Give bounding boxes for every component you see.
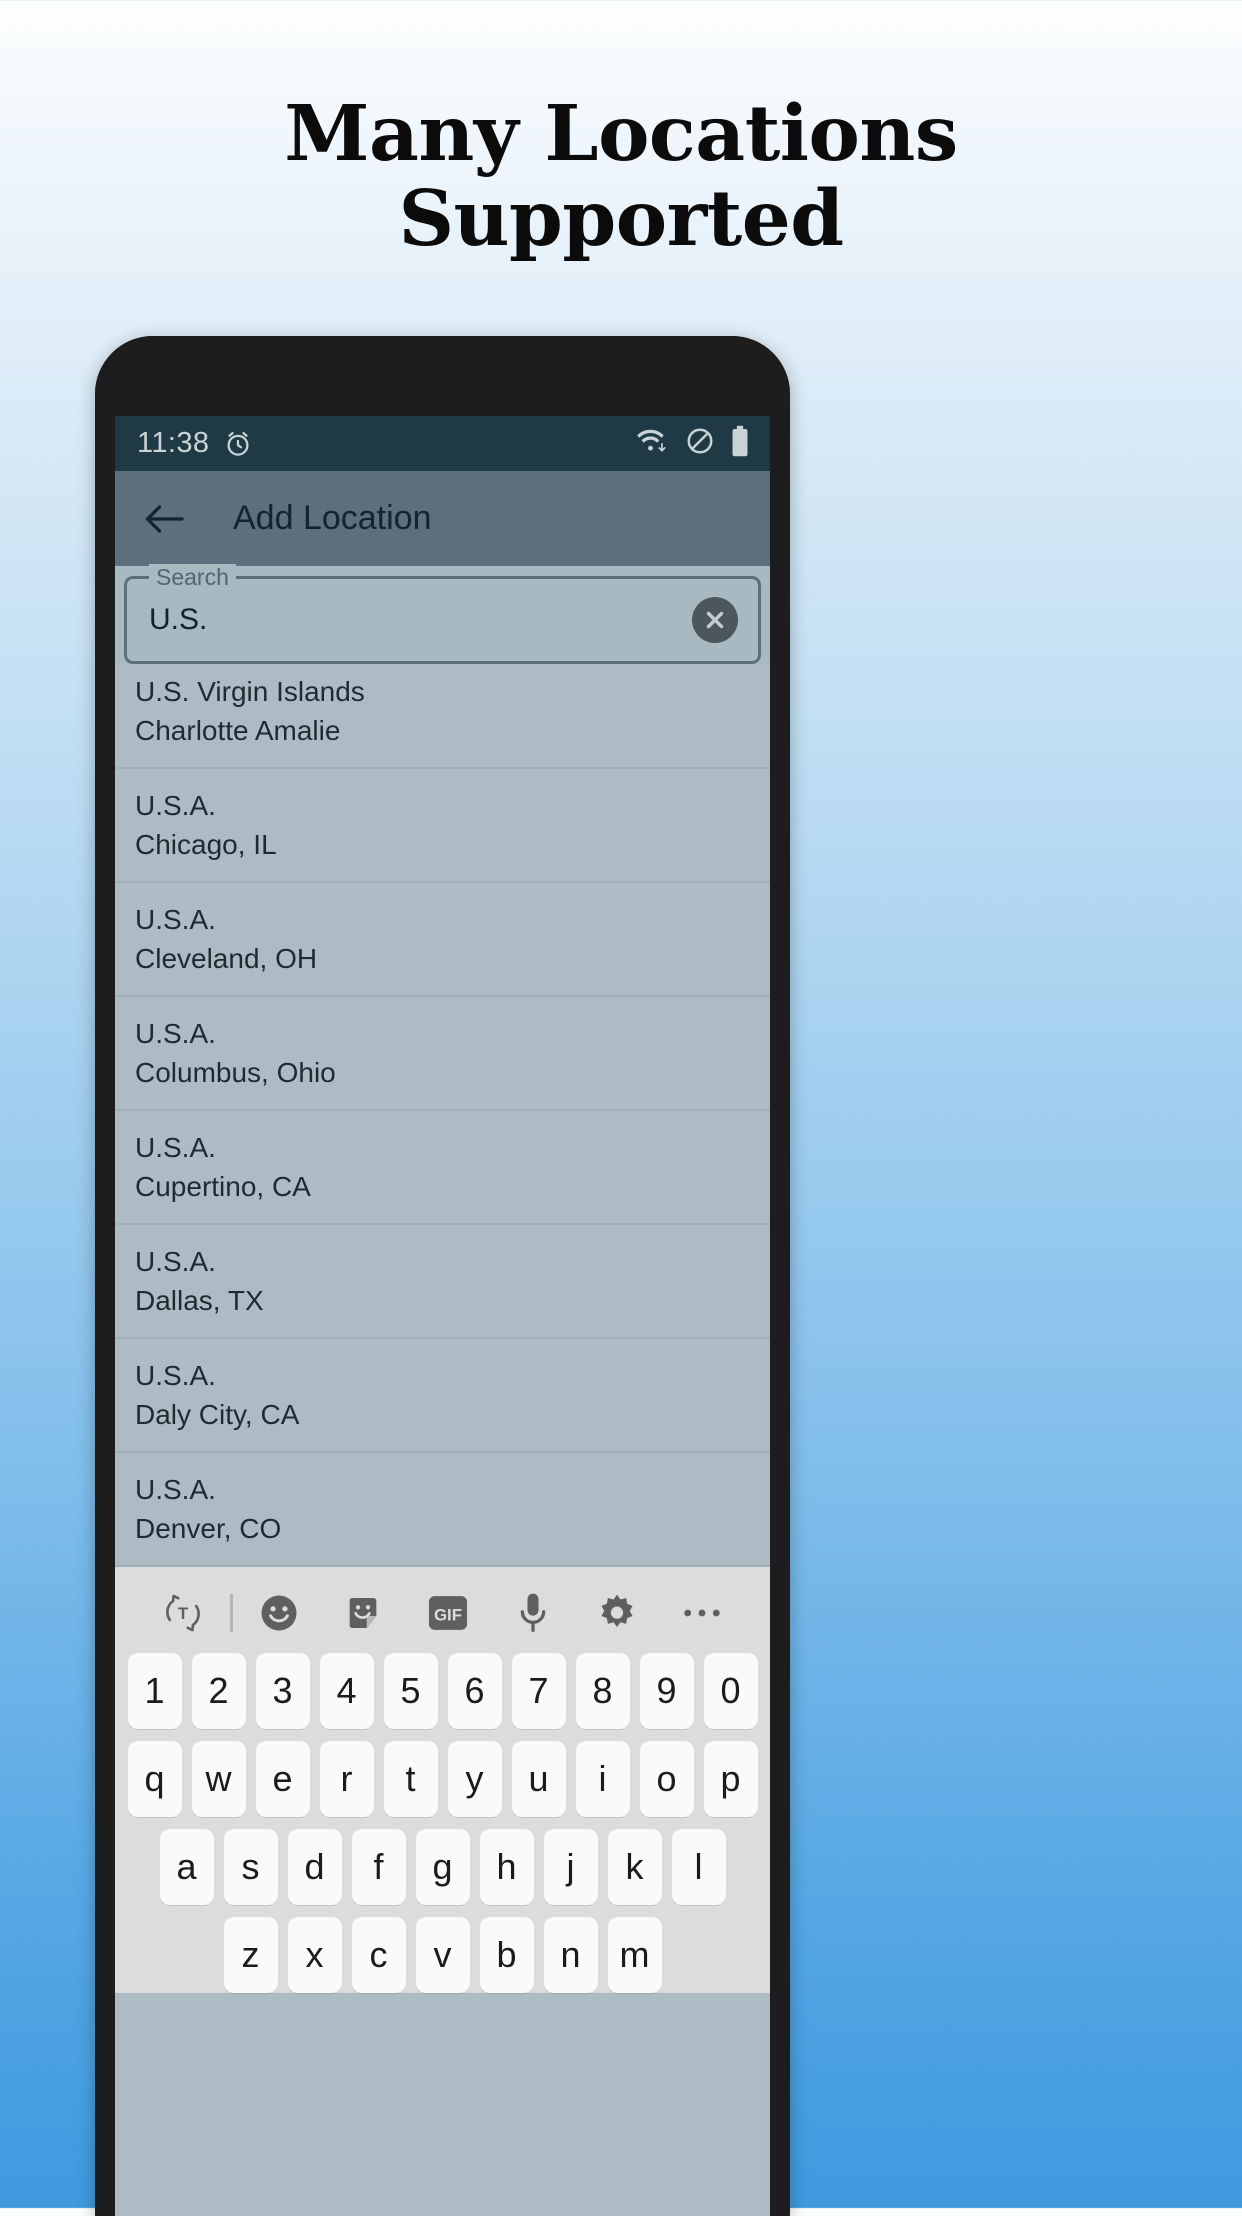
key-u[interactable]: u: [511, 1741, 566, 1817]
key-v[interactable]: v: [415, 1917, 470, 1993]
result-city: Dallas, TX: [135, 1285, 264, 1316]
status-time: 11:38: [137, 427, 210, 459]
key-1[interactable]: 1: [127, 1653, 182, 1729]
key-n[interactable]: n: [543, 1917, 598, 1993]
key-m[interactable]: m: [607, 1917, 662, 1993]
key-z[interactable]: z: [223, 1917, 278, 1993]
keyboard-row-bottom: z x c v b n m: [115, 1917, 770, 1993]
key-6[interactable]: 6: [447, 1653, 502, 1729]
gear-icon[interactable]: [575, 1592, 660, 1634]
phone-mockup: 11:38 Add Location Search U.S. U.S. Virg…: [95, 336, 790, 2216]
result-city: Chicago, IL: [135, 829, 277, 860]
result-country: U.S.A.: [135, 1018, 216, 1049]
result-city: Daly City, CA: [135, 1399, 300, 1430]
list-item[interactable]: U.S.A. Daly City, CA: [115, 1339, 770, 1453]
clear-circle-icon[interactable]: [692, 597, 738, 643]
on-screen-keyboard: T GIF 1 2 3 4 5 6 7 8 9 0 q w e r t y u …: [115, 1567, 770, 1993]
result-country: U.S.A.: [135, 1132, 216, 1163]
key-0[interactable]: 0: [703, 1653, 758, 1729]
key-h[interactable]: h: [479, 1829, 534, 1905]
svg-text:GIF: GIF: [434, 1605, 462, 1624]
key-j[interactable]: j: [543, 1829, 598, 1905]
list-item[interactable]: U.S.A. Denver, CO: [115, 1453, 770, 1567]
key-8[interactable]: 8: [575, 1653, 630, 1729]
headline-line-2: Supported: [398, 174, 844, 264]
search-section: Search U.S.: [115, 564, 770, 664]
key-d[interactable]: d: [287, 1829, 342, 1905]
key-r[interactable]: r: [319, 1741, 374, 1817]
more-options-icon[interactable]: [659, 1605, 744, 1621]
key-9[interactable]: 9: [639, 1653, 694, 1729]
headline-line-1: Many Locations: [284, 89, 958, 179]
key-a[interactable]: a: [159, 1829, 214, 1905]
gif-icon[interactable]: GIF: [406, 1593, 491, 1633]
search-input[interactable]: Search U.S.: [124, 564, 761, 664]
list-item[interactable]: U.S.A. Dallas, TX: [115, 1225, 770, 1339]
list-item[interactable]: U.S. Virgin Islands Charlotte Amalie: [115, 664, 770, 769]
key-l[interactable]: l: [671, 1829, 726, 1905]
key-7[interactable]: 7: [511, 1653, 566, 1729]
search-value: U.S.: [149, 603, 208, 636]
keyboard-row-numbers: 1 2 3 4 5 6 7 8 9 0: [115, 1653, 770, 1729]
app-bar: Add Location: [115, 471, 770, 566]
key-b[interactable]: b: [479, 1917, 534, 1993]
key-y[interactable]: y: [447, 1741, 502, 1817]
key-f[interactable]: f: [351, 1829, 406, 1905]
result-city: Charlotte Amalie: [135, 715, 341, 746]
result-country: U.S. Virgin Islands: [135, 676, 365, 707]
phone-screen: 11:38 Add Location Search U.S. U.S. Virg…: [115, 416, 770, 2216]
key-w[interactable]: w: [191, 1741, 246, 1817]
list-item[interactable]: U.S.A. Columbus, Ohio: [115, 997, 770, 1111]
key-p[interactable]: p: [703, 1741, 758, 1817]
list-item[interactable]: U.S.A. Cupertino, CA: [115, 1111, 770, 1225]
back-arrow-icon[interactable]: [141, 496, 187, 542]
keyboard-toolbar: T GIF: [115, 1573, 770, 1653]
key-q[interactable]: q: [127, 1741, 182, 1817]
result-country: U.S.A.: [135, 1360, 216, 1391]
location-results-list: U.S. Virgin Islands Charlotte Amalie U.S…: [115, 664, 770, 1567]
result-country: U.S.A.: [135, 1474, 216, 1505]
status-bar: 11:38: [115, 416, 770, 471]
search-label: Search: [149, 564, 236, 590]
key-5[interactable]: 5: [383, 1653, 438, 1729]
keyboard-row-home: a s d f g h j k l: [115, 1829, 770, 1905]
result-country: U.S.A.: [135, 1246, 216, 1277]
key-3[interactable]: 3: [255, 1653, 310, 1729]
sticker-icon[interactable]: [321, 1593, 406, 1633]
result-country: U.S.A.: [135, 790, 216, 821]
key-t[interactable]: t: [383, 1741, 438, 1817]
promo-headline: Many Locations Supported: [0, 0, 1242, 262]
key-i[interactable]: i: [575, 1741, 630, 1817]
battery-full-icon: [730, 425, 750, 462]
key-c[interactable]: c: [351, 1917, 406, 1993]
key-e[interactable]: e: [255, 1741, 310, 1817]
result-city: Columbus, Ohio: [135, 1057, 336, 1088]
do-not-disturb-icon: [685, 426, 715, 461]
wifi-data-icon: [636, 427, 670, 460]
microphone-icon[interactable]: [490, 1592, 575, 1634]
key-s[interactable]: s: [223, 1829, 278, 1905]
page-title: Add Location: [233, 499, 432, 537]
emoji-icon[interactable]: [237, 1592, 322, 1634]
result-city: Cleveland, OH: [135, 943, 318, 974]
result-country: U.S.A.: [135, 904, 216, 935]
key-k[interactable]: k: [607, 1829, 662, 1905]
key-x[interactable]: x: [287, 1917, 342, 1993]
key-2[interactable]: 2: [191, 1653, 246, 1729]
result-city: Denver, CO: [135, 1513, 282, 1544]
svg-text:T: T: [178, 1604, 189, 1623]
list-item[interactable]: U.S.A. Chicago, IL: [115, 769, 770, 883]
toolbar-divider: [229, 1594, 233, 1632]
status-icons: [636, 425, 750, 462]
key-g[interactable]: g: [415, 1829, 470, 1905]
key-o[interactable]: o: [639, 1741, 694, 1817]
keyboard-row-top: q w e r t y u i o p: [115, 1741, 770, 1817]
alarm-clock-icon: [223, 429, 253, 459]
key-4[interactable]: 4: [319, 1653, 374, 1729]
list-item[interactable]: U.S.A. Cleveland, OH: [115, 883, 770, 997]
result-city: Cupertino, CA: [135, 1171, 311, 1202]
translate-icon[interactable]: T: [141, 1593, 226, 1633]
